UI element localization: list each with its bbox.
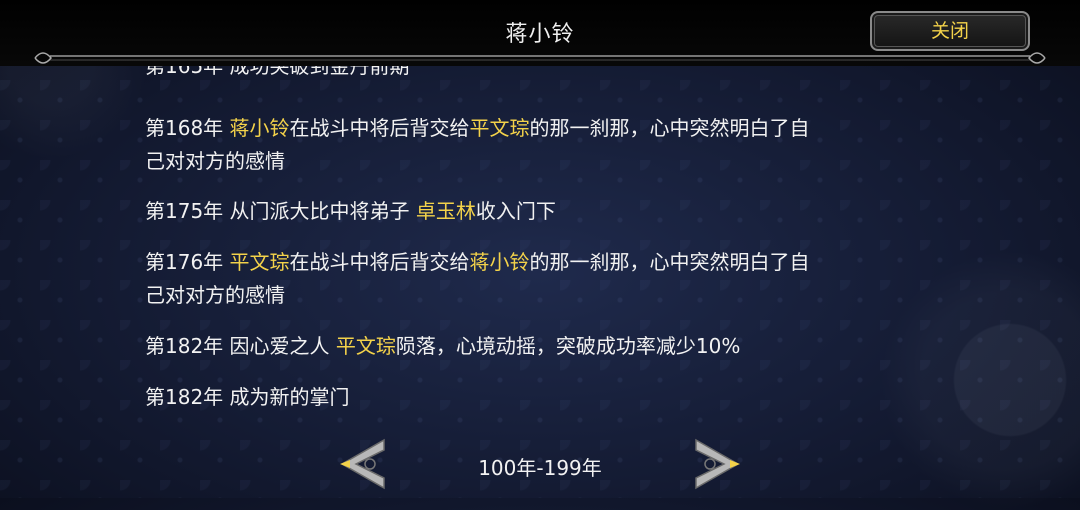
- entry-year: 第168年: [145, 116, 224, 140]
- entry-text: 从门派大比中将弟子: [223, 199, 416, 223]
- entry-text: 己对对方的感情: [145, 149, 285, 173]
- character-name: 平文琮: [335, 334, 396, 358]
- character-name: 平文琮: [469, 116, 530, 140]
- entry-text: 因心爱之人: [223, 334, 336, 358]
- entry-text: 在战斗中将后背交给: [289, 250, 470, 274]
- entry-year: 第182年: [145, 385, 224, 409]
- character-name: 卓玉林: [415, 199, 476, 223]
- event-log[interactable]: 第165年 成功突破到金丹前期 第168年 蒋小铃在战斗中将后背交给平文琮的那一…: [145, 66, 945, 426]
- year-range-label: 100年-199年: [478, 456, 602, 480]
- log-entry: 第165年 成功突破到金丹前期: [145, 66, 935, 83]
- log-entry: 第168年 蒋小铃在战斗中将后背交给平文琮的那一刹那，心中突然明白了自己对对方的…: [145, 112, 935, 178]
- log-entry: 第176年 平文琮在战斗中将后背交给蒋小铃的那一刹那，心中突然明白了自己对对方的…: [145, 246, 935, 312]
- character-name: 蒋小铃: [229, 116, 290, 140]
- entry-year: 第165年: [145, 66, 224, 78]
- entry-text: 的那一刹那，心中突然明白了自: [529, 250, 810, 274]
- entry-text: 陨落，心境动摇，突破成功率减少10%: [395, 334, 741, 358]
- log-entry: 第175年 从门派大比中将弟子 卓玉林收入门下: [145, 195, 935, 228]
- entry-text: 成为新的掌门: [223, 385, 350, 409]
- entry-year: 第176年: [145, 250, 224, 274]
- entry-year: 第175年: [145, 199, 224, 223]
- log-entry: 第182年 成为新的掌门: [145, 381, 935, 414]
- entry-text: 的那一刹那，心中突然明白了自: [529, 116, 810, 140]
- character-name: 蒋小铃: [469, 250, 530, 274]
- entry-text: 成功突破到金丹前期: [223, 66, 410, 78]
- character-name: 平文琮: [229, 250, 290, 274]
- log-entry: 第182年 因心爱之人 平文琮陨落，心境动摇，突破成功率减少10%: [145, 330, 935, 363]
- entry-year: 第182年: [145, 334, 224, 358]
- prev-page-arrow[interactable]: [334, 438, 390, 490]
- entry-text: 在战斗中将后背交给: [289, 116, 470, 140]
- close-button[interactable]: 关闭: [870, 11, 1030, 51]
- entry-text: 己对对方的感情: [145, 283, 285, 307]
- next-page-arrow[interactable]: [690, 438, 746, 490]
- entry-text: 收入门下: [475, 199, 556, 223]
